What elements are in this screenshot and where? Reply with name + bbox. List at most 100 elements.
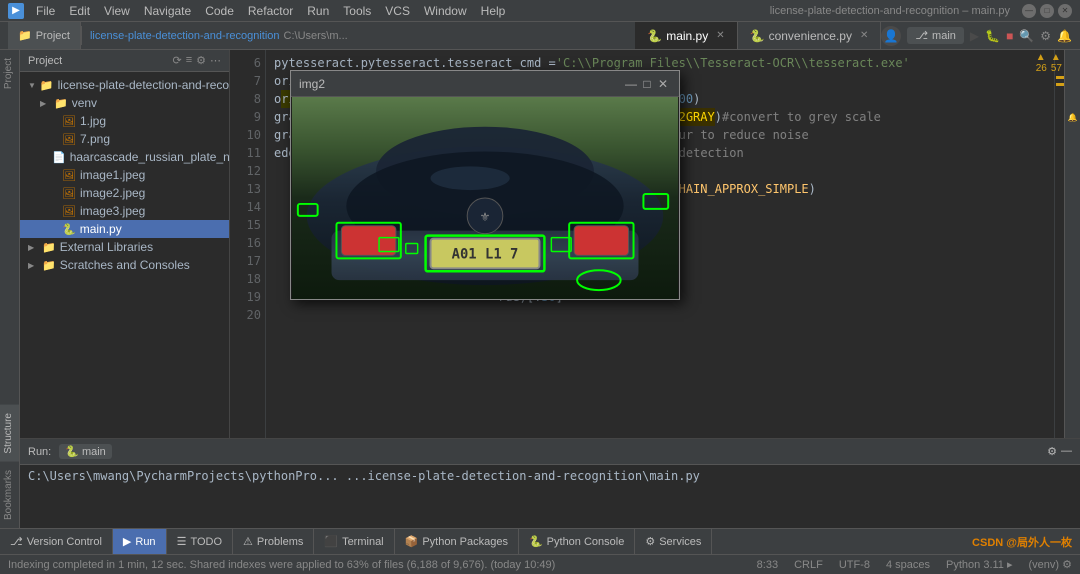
python-console-icon: 🐍 — [529, 535, 543, 548]
svg-text:⚜: ⚜ — [480, 210, 491, 224]
menu-view[interactable]: View — [98, 2, 136, 20]
terminal-icon: ⬛ — [324, 535, 338, 548]
left-vertical-tabs: Project Structure Bookmarks — [0, 50, 20, 528]
line-num-10: 10 — [238, 126, 261, 144]
bottom-tab-version-control[interactable]: ⎇ Version Control — [0, 529, 113, 554]
menu-help[interactable]: Help — [475, 2, 512, 20]
warning-count-2: ▲ 57 — [1051, 52, 1062, 74]
charset: UTF-8 — [839, 559, 870, 571]
maximize-button[interactable]: □ — [1040, 4, 1054, 18]
ext-libs-label: External Libraries — [60, 240, 153, 254]
tab-main-py-close[interactable]: ✕ — [716, 30, 724, 41]
tree-item-1jpg[interactable]: 🖼 1.jpg — [20, 112, 229, 130]
code-line-20 — [274, 306, 1046, 324]
menu-run[interactable]: Run — [301, 2, 335, 20]
more-icon[interactable]: ⋯ — [210, 54, 221, 67]
gutter-warning-1 — [1056, 76, 1064, 79]
collapse-icon[interactable]: ≡ — [186, 54, 192, 67]
menu-code[interactable]: Code — [199, 2, 240, 20]
search-icon[interactable]: 🔍 — [1019, 29, 1034, 43]
notifications-icon[interactable]: 🔔 — [1057, 29, 1072, 43]
python-packages-label: Python Packages — [422, 536, 508, 548]
tab-convenience-py-close[interactable]: ✕ — [860, 30, 868, 41]
run-panel-header: Run: 🐍 main ⚙ — — [20, 439, 1080, 465]
bottom-tabs-right: CSDN @局外人一枚 — [972, 529, 1080, 554]
project-path: license-plate-detection-and-recognition … — [82, 22, 635, 49]
vtab-project[interactable]: Project — [0, 50, 19, 97]
line-numbers: 6 7 8 9 10 11 12 13 14 15 16 17 — [230, 50, 266, 438]
image2-icon: 🖼 — [62, 187, 76, 200]
scratches-arrow: ▶ — [28, 261, 38, 270]
toolbar-right: 👤 ⎇ main ▶ 🐛 ■ 🔍 ⚙ 🔔 — [881, 22, 1080, 49]
bottom-tab-terminal[interactable]: ⬛ Terminal — [314, 529, 394, 554]
menu-edit[interactable]: Edit — [63, 2, 96, 20]
warning-count-1: ▲ 26 — [1036, 52, 1047, 74]
bottom-tab-python-packages[interactable]: 📦 Python Packages — [395, 529, 519, 554]
python-console-label: Python Console — [547, 536, 625, 548]
tree-item-ext-libs[interactable]: ▶ 📁 External Libraries — [20, 238, 229, 256]
status-right: 8:33 CRLF UTF-8 4 spaces Python 3.11 ▸ (… — [757, 558, 1072, 571]
tab-main-py[interactable]: 🐍 main.py ✕ — [635, 22, 737, 49]
tree-item-image2[interactable]: 🖼 image2.jpeg — [20, 184, 229, 202]
run-panel-actions: ⚙ — — [1047, 445, 1072, 458]
minimize-button[interactable]: — — [1022, 4, 1036, 18]
run-panel-collapse[interactable]: — — [1061, 445, 1072, 458]
close-button[interactable]: ✕ — [1058, 4, 1072, 18]
run-panel-gear[interactable]: ⚙ — [1047, 445, 1057, 458]
image-preview-maximize[interactable]: □ — [639, 76, 655, 92]
todo-icon: ☰ — [177, 535, 187, 548]
menu-refactor[interactable]: Refactor — [242, 2, 299, 20]
image3-label: image3.jpeg — [80, 204, 145, 218]
project-icon: 📁 — [18, 29, 32, 42]
tab-main-py-label: main.py — [666, 29, 708, 43]
user-avatar[interactable]: 👤 — [881, 26, 901, 46]
menu-window[interactable]: Window — [418, 2, 473, 20]
tree-root[interactable]: ▼ 📁 license-plate-detection-and-recognit… — [20, 76, 229, 94]
tree-item-scratches[interactable]: ▶ 📁 Scratches and Consoles — [20, 256, 229, 274]
sync-icon[interactable]: ⟳ — [172, 54, 181, 67]
tree-item-image3[interactable]: 🖼 image3.jpeg — [20, 202, 229, 220]
gear-icon[interactable]: ⚙ — [1040, 29, 1051, 43]
image-preview-body: A01 L1 7 — [291, 97, 679, 299]
version-control-icon: ⎇ — [10, 535, 23, 548]
menu-tools[interactable]: Tools — [337, 2, 377, 20]
notifications-sidebar: 🔔 — [1064, 50, 1080, 438]
line-num-6: 6 — [238, 54, 261, 72]
scratches-label: Scratches and Consoles — [60, 258, 190, 272]
image-preview-window[interactable]: img2 — □ ✕ — [290, 70, 680, 300]
settings-icon[interactable]: ⚙ — [196, 54, 206, 67]
tab-convenience-py[interactable]: 🐍 convenience.py ✕ — [738, 22, 882, 49]
run-config-selector[interactable]: 🐍 main — [59, 444, 112, 459]
tree-item-image1[interactable]: 🖼 image1.jpeg — [20, 166, 229, 184]
venv-arrow: ▶ — [40, 99, 50, 108]
tree-item-mainpy[interactable]: 🐍 main.py — [20, 220, 229, 238]
menu-navigate[interactable]: Navigate — [138, 2, 197, 20]
notif-icon-1[interactable]: 🔔 — [1068, 110, 1078, 125]
python-version[interactable]: Python 3.11 ▸ — [946, 558, 1012, 571]
git-branch-button[interactable]: ⎇ main — [907, 27, 964, 44]
bottom-tab-run[interactable]: ▶ Run — [113, 529, 167, 554]
vtab-bookmarks[interactable]: Bookmarks — [0, 462, 19, 528]
image-preview-minimize[interactable]: — — [623, 76, 639, 92]
bottom-tab-todo[interactable]: ☰ TODO — [167, 529, 233, 554]
tree-item-venv[interactable]: ▶ 📁 venv — [20, 94, 229, 112]
vtab-structure[interactable]: Structure — [0, 405, 19, 462]
tab-convenience-py-icon: 🐍 — [750, 29, 765, 43]
menu-vcs[interactable]: VCS — [379, 2, 416, 20]
tree-item-7png[interactable]: 🖼 7.png — [20, 130, 229, 148]
bottom-tab-services[interactable]: ⚙ Services — [635, 529, 712, 554]
middle-layout: Project Structure Bookmarks Project ⟳ ≡ … — [0, 50, 1080, 528]
7png-label: 7.png — [80, 132, 110, 146]
menu-file[interactable]: File — [30, 2, 61, 20]
tree-item-xml[interactable]: 📄 haarcascade_russian_plate_number.xml — [20, 148, 229, 166]
project-tab-label: Project — [36, 30, 70, 42]
editor-gutter: ▲ 26 ▲ 57 — [1054, 50, 1064, 438]
bottom-tab-python-console[interactable]: 🐍 Python Console — [519, 529, 635, 554]
project-panel: Project ⟳ ≡ ⚙ ⋯ ▼ 📁 license — [20, 50, 230, 438]
bottom-tab-problems[interactable]: ⚠ Problems — [233, 529, 314, 554]
project-panel-toggle[interactable]: 📁 Project — [8, 22, 81, 49]
run-tab-label: Run — [135, 536, 155, 548]
venv-indicator[interactable]: (venv) ⚙ — [1029, 558, 1072, 571]
image2-label: image2.jpeg — [80, 186, 145, 200]
image-preview-close[interactable]: ✕ — [655, 76, 671, 92]
